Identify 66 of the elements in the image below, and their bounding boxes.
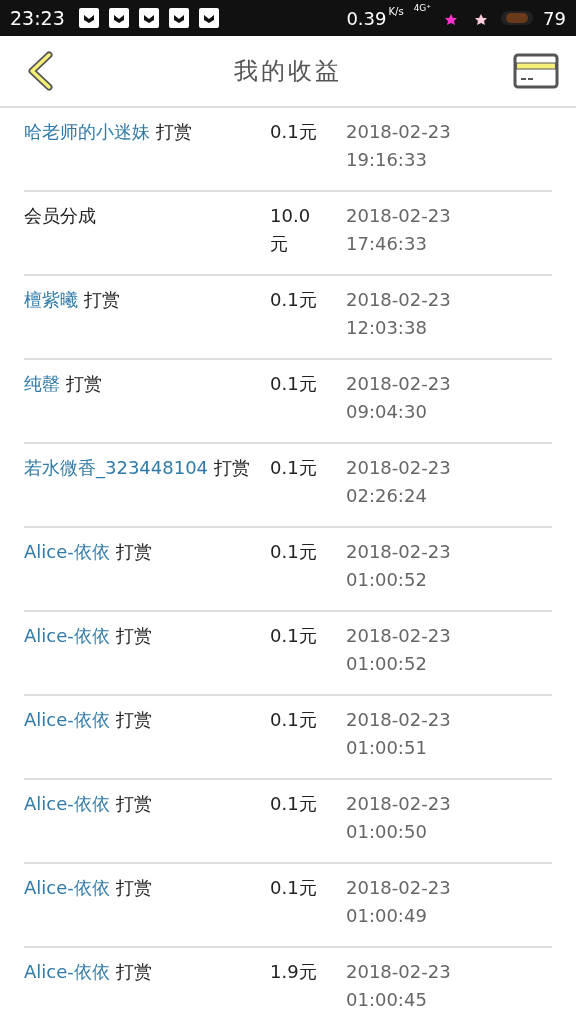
user-link[interactable]: 纯罄 xyxy=(24,373,60,394)
notification-icon xyxy=(168,8,189,28)
user-link[interactable]: 檀紫曦 xyxy=(24,289,78,310)
user-link[interactable]: Alice-依依 xyxy=(24,625,110,646)
date-text: 2018-02-23 xyxy=(346,792,452,816)
amount-text: 0.1元 xyxy=(270,876,318,900)
amount-text: 0.1元 xyxy=(270,288,318,312)
user-link[interactable]: Alice-依依 xyxy=(24,709,110,730)
action-text: 打赏 xyxy=(155,121,192,142)
action-text: 打赏 xyxy=(115,793,152,814)
date-text: 2018-02-23 xyxy=(346,204,452,228)
action-text: 打赏 xyxy=(213,457,250,478)
amount-text: 0.1元 xyxy=(270,456,318,480)
time-text: 17:46:33 xyxy=(346,232,428,256)
notification-icon xyxy=(108,8,129,28)
amount-text: 0.1元 xyxy=(270,708,318,732)
date-text: 2018-02-23 xyxy=(346,876,452,900)
action-text: 打赏 xyxy=(115,877,152,898)
user-link[interactable]: Alice-依依 xyxy=(24,793,110,814)
date-text: 2018-02-23 xyxy=(346,624,452,648)
date-text: 2018-02-23 xyxy=(346,372,452,396)
user-link[interactable]: Alice-依依 xyxy=(24,877,110,898)
amount-text: 0.1元 xyxy=(270,624,318,648)
time-text: 19:16:33 xyxy=(346,148,428,172)
user-link[interactable]: Alice-依依 xyxy=(24,541,110,562)
notification-icon xyxy=(138,8,159,28)
action-text: 打赏 xyxy=(115,625,152,646)
action-text: 打赏 xyxy=(115,961,152,982)
time-text: 02:26:24 xyxy=(346,484,428,508)
speed-unit: K/s xyxy=(388,6,404,17)
time-text: 01:00:52 xyxy=(346,568,428,592)
status-time: 23:23 xyxy=(10,7,65,29)
action-text: 打赏 xyxy=(115,541,152,562)
time-text: 01:00:52 xyxy=(346,652,428,676)
action-text: 打赏 xyxy=(65,373,102,394)
network-type: 4G⁺ xyxy=(413,3,432,13)
description-text: 会员分成 xyxy=(24,205,96,226)
date-text: 2018-02-23 xyxy=(346,120,452,144)
notification-icon xyxy=(198,8,219,28)
page-title: 我的收益 xyxy=(234,56,342,87)
user-link[interactable]: 若水微香_323448104 xyxy=(24,457,209,478)
date-text: 2018-02-23 xyxy=(346,708,452,732)
notification-icon xyxy=(78,8,99,28)
date-text: 2018-02-23 xyxy=(346,456,452,480)
amount-text: 0.1元 xyxy=(270,540,318,564)
date-text: 2018-02-23 xyxy=(346,960,452,984)
amount-text: 10.0元 xyxy=(270,204,312,256)
battery-icon xyxy=(501,10,534,26)
time-text: 09:04:30 xyxy=(346,400,428,424)
amount-text: 0.1元 xyxy=(270,792,318,816)
date-text: 2018-02-23 xyxy=(346,540,452,564)
time-text: 01:00:45 xyxy=(346,988,428,1012)
amount-text: 1.9元 xyxy=(270,960,318,984)
date-text: 2018-02-23 xyxy=(346,288,452,312)
network-speed: 0.39 xyxy=(346,7,387,29)
time-text: 12:03:38 xyxy=(346,316,428,340)
time-text: 01:00:49 xyxy=(346,904,428,928)
action-text: 打赏 xyxy=(83,289,120,310)
amount-text: 0.1元 xyxy=(270,372,318,396)
user-link[interactable]: Alice-依依 xyxy=(24,961,110,982)
user-link[interactable]: 哈老师的小迷妹 xyxy=(24,121,150,142)
amount-text: 0.1元 xyxy=(270,120,318,144)
time-text: 01:00:51 xyxy=(346,736,428,760)
action-text: 打赏 xyxy=(115,709,152,730)
time-text: 01:00:50 xyxy=(346,820,428,844)
battery-level: 79 xyxy=(543,7,566,29)
